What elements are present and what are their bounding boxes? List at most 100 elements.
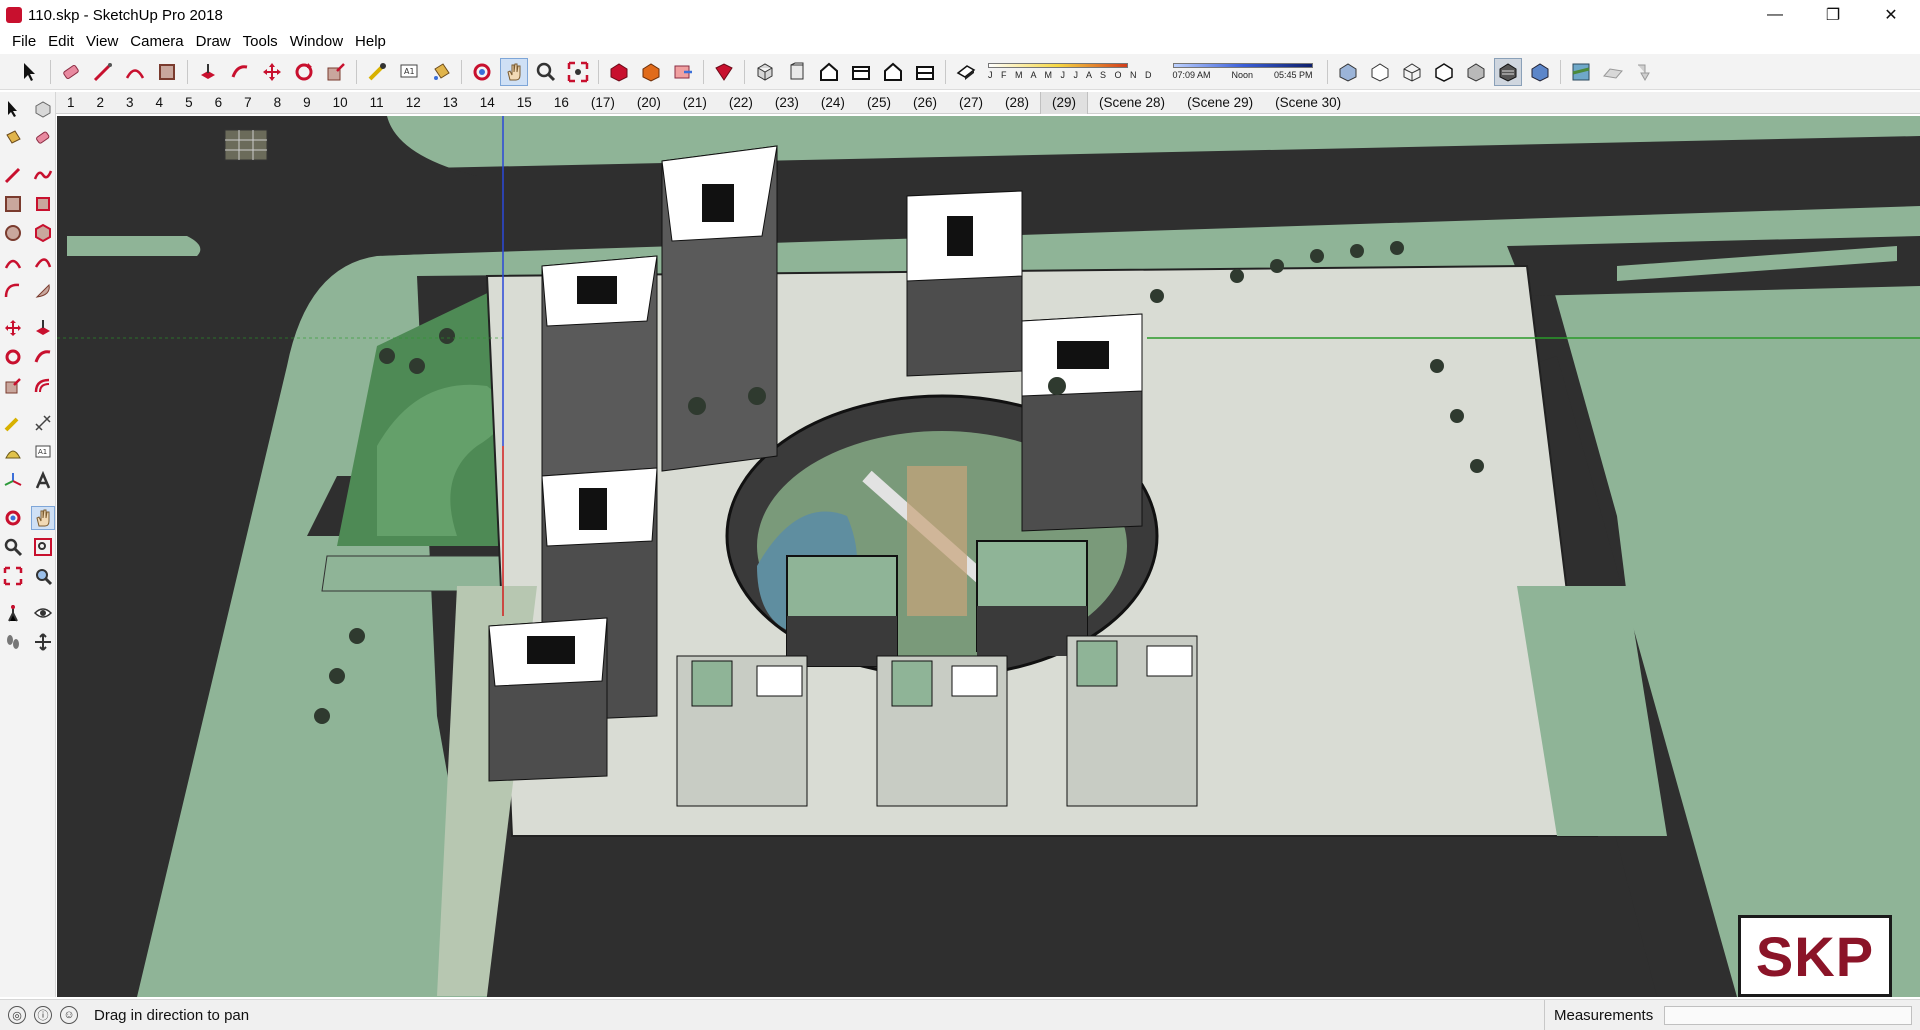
scene-tab[interactable]: (Scene 28) bbox=[1088, 92, 1176, 114]
two-point-arc-icon[interactable] bbox=[31, 250, 55, 274]
rectangle-icon[interactable] bbox=[1, 192, 25, 216]
shaded-style-button[interactable] bbox=[1462, 58, 1490, 86]
monochrome-style-button[interactable] bbox=[1526, 58, 1554, 86]
layout-send-button[interactable] bbox=[669, 58, 697, 86]
scale-icon[interactable] bbox=[1, 374, 25, 398]
rotated-rectangle-icon[interactable] bbox=[31, 192, 55, 216]
scene-tab[interactable]: 5 bbox=[174, 92, 204, 114]
circle-icon[interactable] bbox=[1, 221, 25, 245]
photo-textures-button[interactable] bbox=[1631, 58, 1659, 86]
scene-tab[interactable]: (17) bbox=[580, 92, 626, 114]
top-view-button[interactable] bbox=[783, 58, 811, 86]
zoom-extents-icon[interactable] bbox=[1, 564, 25, 588]
zoom-icon[interactable] bbox=[1, 535, 25, 559]
extension-manager-button[interactable] bbox=[710, 58, 738, 86]
eraser-tool-button[interactable] bbox=[57, 58, 85, 86]
shaded-textures-style-button[interactable] bbox=[1493, 57, 1522, 86]
scene-tab[interactable]: (Scene 29) bbox=[1176, 92, 1264, 114]
arc-tool-button[interactable] bbox=[121, 58, 149, 86]
close-button[interactable]: ✕ bbox=[1862, 0, 1920, 30]
section-plane-icon[interactable] bbox=[31, 630, 55, 654]
3d-warehouse-button[interactable] bbox=[605, 58, 633, 86]
menu-camera[interactable]: Camera bbox=[124, 33, 189, 50]
user-account-icon[interactable]: ☺ bbox=[60, 1006, 78, 1024]
menu-window[interactable]: Window bbox=[284, 33, 349, 50]
back-edges-style-button[interactable] bbox=[1366, 58, 1394, 86]
measurements-input[interactable] bbox=[1664, 1006, 1912, 1025]
hidden-line-style-button[interactable] bbox=[1430, 58, 1458, 86]
scene-tab[interactable]: (27) bbox=[948, 92, 994, 114]
scene-tab[interactable]: 2 bbox=[86, 92, 116, 114]
orbit-tool-button[interactable] bbox=[468, 58, 496, 86]
paint-bucket-icon[interactable] bbox=[1, 126, 25, 150]
pan-tool-button[interactable] bbox=[500, 57, 528, 86]
make-component-icon[interactable] bbox=[31, 97, 55, 121]
add-location-button[interactable] bbox=[1567, 58, 1595, 86]
credits-icon[interactable]: ⓘ bbox=[34, 1006, 52, 1024]
zoom-tool-button[interactable] bbox=[532, 58, 560, 86]
text-tool-button[interactable]: A1 bbox=[395, 58, 423, 86]
scene-tab[interactable]: 11 bbox=[359, 92, 395, 114]
scene-tab[interactable]: (23) bbox=[764, 92, 810, 114]
menu-draw[interactable]: Draw bbox=[190, 33, 237, 50]
rotate-tool-button[interactable] bbox=[290, 58, 318, 86]
previous-view-icon[interactable] bbox=[31, 564, 55, 588]
scene-tab[interactable]: (26) bbox=[902, 92, 948, 114]
scene-tab[interactable]: 13 bbox=[432, 92, 469, 114]
polygon-icon[interactable] bbox=[31, 221, 55, 245]
line-tool-button[interactable] bbox=[89, 58, 117, 86]
scene-tab[interactable]: 9 bbox=[292, 92, 322, 114]
xray-style-button[interactable] bbox=[1334, 58, 1362, 86]
menu-help[interactable]: Help bbox=[349, 33, 392, 50]
scene-tab[interactable]: 1 bbox=[56, 92, 86, 114]
scene-tab[interactable]: 14 bbox=[469, 92, 506, 114]
orbit-icon[interactable] bbox=[1, 506, 25, 530]
scene-tab[interactable]: (24) bbox=[810, 92, 856, 114]
restore-button[interactable]: ❐ bbox=[1804, 0, 1862, 30]
zoom-window-icon[interactable] bbox=[31, 535, 55, 559]
zoom-extents-tool-button[interactable] bbox=[564, 58, 592, 86]
3d-text-icon[interactable] bbox=[31, 469, 55, 493]
scene-tab[interactable]: (25) bbox=[856, 92, 902, 114]
move-icon[interactable] bbox=[1, 316, 25, 340]
text-icon[interactable]: A1 bbox=[31, 440, 55, 464]
scene-tab[interactable]: 4 bbox=[145, 92, 175, 114]
scene-tab[interactable]: 16 bbox=[543, 92, 580, 114]
pie-icon[interactable] bbox=[31, 279, 55, 303]
shadow-time-slider[interactable]: 07:09 AM Noon 05:45 PM bbox=[1172, 63, 1313, 80]
left-view-button[interactable] bbox=[911, 58, 939, 86]
shadows-toggle-button[interactable] bbox=[952, 58, 980, 86]
scene-tab[interactable]: 6 bbox=[204, 92, 234, 114]
pan-icon[interactable] bbox=[30, 506, 55, 530]
scene-tab[interactable]: 10 bbox=[322, 92, 359, 114]
scene-tab[interactable]: 7 bbox=[233, 92, 263, 114]
front-view-button[interactable] bbox=[815, 58, 843, 86]
menu-edit[interactable]: Edit bbox=[42, 33, 80, 50]
scene-tab[interactable]: (29) bbox=[1040, 91, 1089, 114]
extension-warehouse-button[interactable] bbox=[637, 58, 665, 86]
scene-tab[interactable]: 15 bbox=[506, 92, 543, 114]
axes-icon[interactable] bbox=[1, 469, 25, 493]
menu-tools[interactable]: Tools bbox=[237, 33, 284, 50]
scene-tab[interactable]: (20) bbox=[626, 92, 672, 114]
geo-location-icon[interactable]: ◎ bbox=[8, 1006, 26, 1024]
iso-view-button[interactable] bbox=[751, 58, 779, 86]
arc-icon[interactable] bbox=[1, 250, 25, 274]
freehand-icon[interactable] bbox=[31, 163, 55, 187]
protractor-icon[interactable] bbox=[1, 440, 25, 464]
rotate-icon[interactable] bbox=[1, 345, 25, 369]
three-point-arc-icon[interactable] bbox=[1, 279, 25, 303]
shadow-time-bar[interactable] bbox=[1172, 63, 1313, 68]
scene-tab[interactable]: 12 bbox=[395, 92, 432, 114]
follow-me-tool-button[interactable] bbox=[226, 58, 254, 86]
move-tool-button[interactable] bbox=[258, 58, 286, 86]
menu-file[interactable]: File bbox=[6, 33, 42, 50]
line-icon[interactable] bbox=[1, 163, 25, 187]
rectangle-tool-button[interactable] bbox=[153, 58, 181, 86]
look-around-icon[interactable] bbox=[31, 601, 55, 625]
scene-tab[interactable]: 8 bbox=[263, 92, 293, 114]
dimension-icon[interactable] bbox=[31, 411, 55, 435]
push-pull-icon[interactable] bbox=[31, 316, 55, 340]
position-camera-icon[interactable] bbox=[1, 601, 25, 625]
scene-tab[interactable]: (22) bbox=[718, 92, 764, 114]
